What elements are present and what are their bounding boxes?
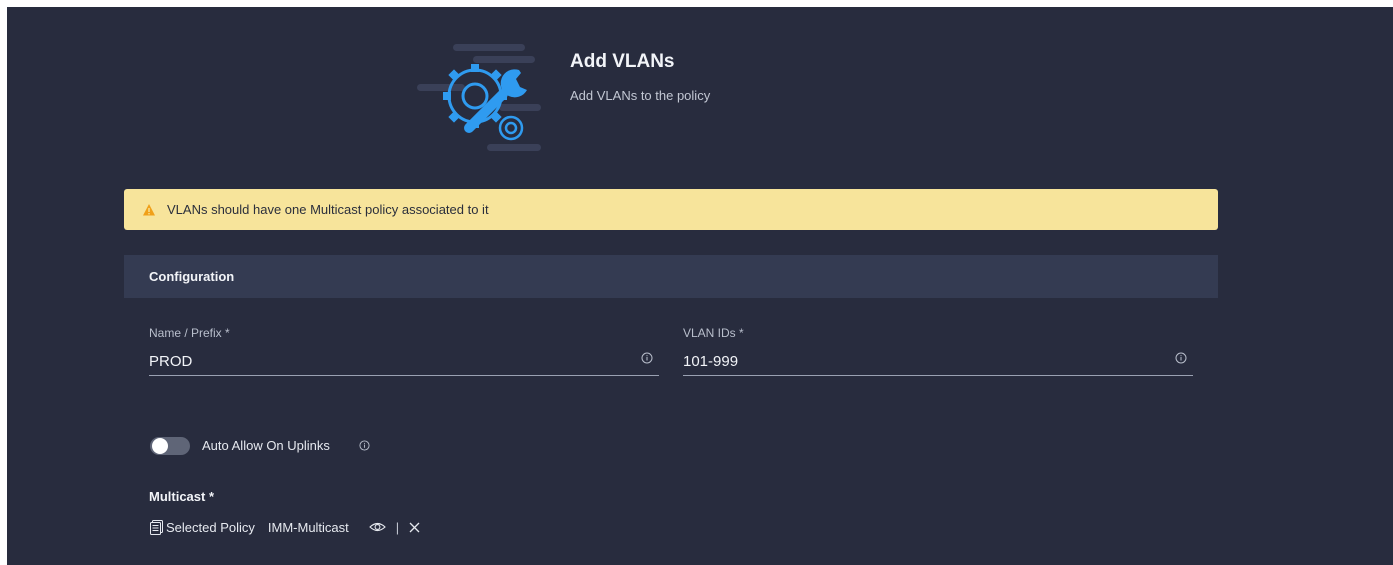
eye-icon[interactable] [368,521,386,533]
selected-policy-name: IMM-Multicast [267,519,349,535]
multicast-label: Multicast * [149,489,215,504]
add-vlans-panel: Add VLANs Add VLANs to the policy VLANs … [7,7,1393,565]
warning-triangle-icon [143,203,155,215]
section-header-configuration: Configuration [124,255,1218,298]
vlan-ids-label: VLAN IDs * [683,326,744,340]
auto-allow-toggle[interactable] [150,437,190,455]
separator: | [395,519,400,535]
page-subtitle: Add VLANs to the policy [570,88,711,103]
info-icon[interactable] [359,440,370,451]
name-prefix-label: Name / Prefix * [149,326,230,340]
warning-text: VLANs should have one Multicast policy a… [167,202,489,217]
name-prefix-field: Name / Prefix * [149,326,659,378]
warning-banner: VLANs should have one Multicast policy a… [124,189,1218,230]
multicast-selection: Selected Policy IMM-Multicast | [150,518,420,536]
vlan-ids-input[interactable] [683,347,1163,375]
info-icon[interactable] [641,352,653,364]
name-prefix-input[interactable] [149,347,629,375]
selected-policy-label: Selected Policy [166,519,255,535]
auto-allow-label: Auto Allow On Uplinks [202,438,330,453]
vlan-ids-field: VLAN IDs * [683,326,1193,378]
vlan-ids-underline [683,375,1193,376]
info-icon[interactable] [1175,352,1187,364]
close-icon[interactable] [409,522,420,533]
page-title: Add VLANs [570,51,675,72]
document-icon [150,519,163,535]
name-prefix-underline [149,375,659,376]
gear-wrench-icon [417,44,541,151]
toggle-knob [152,438,168,454]
